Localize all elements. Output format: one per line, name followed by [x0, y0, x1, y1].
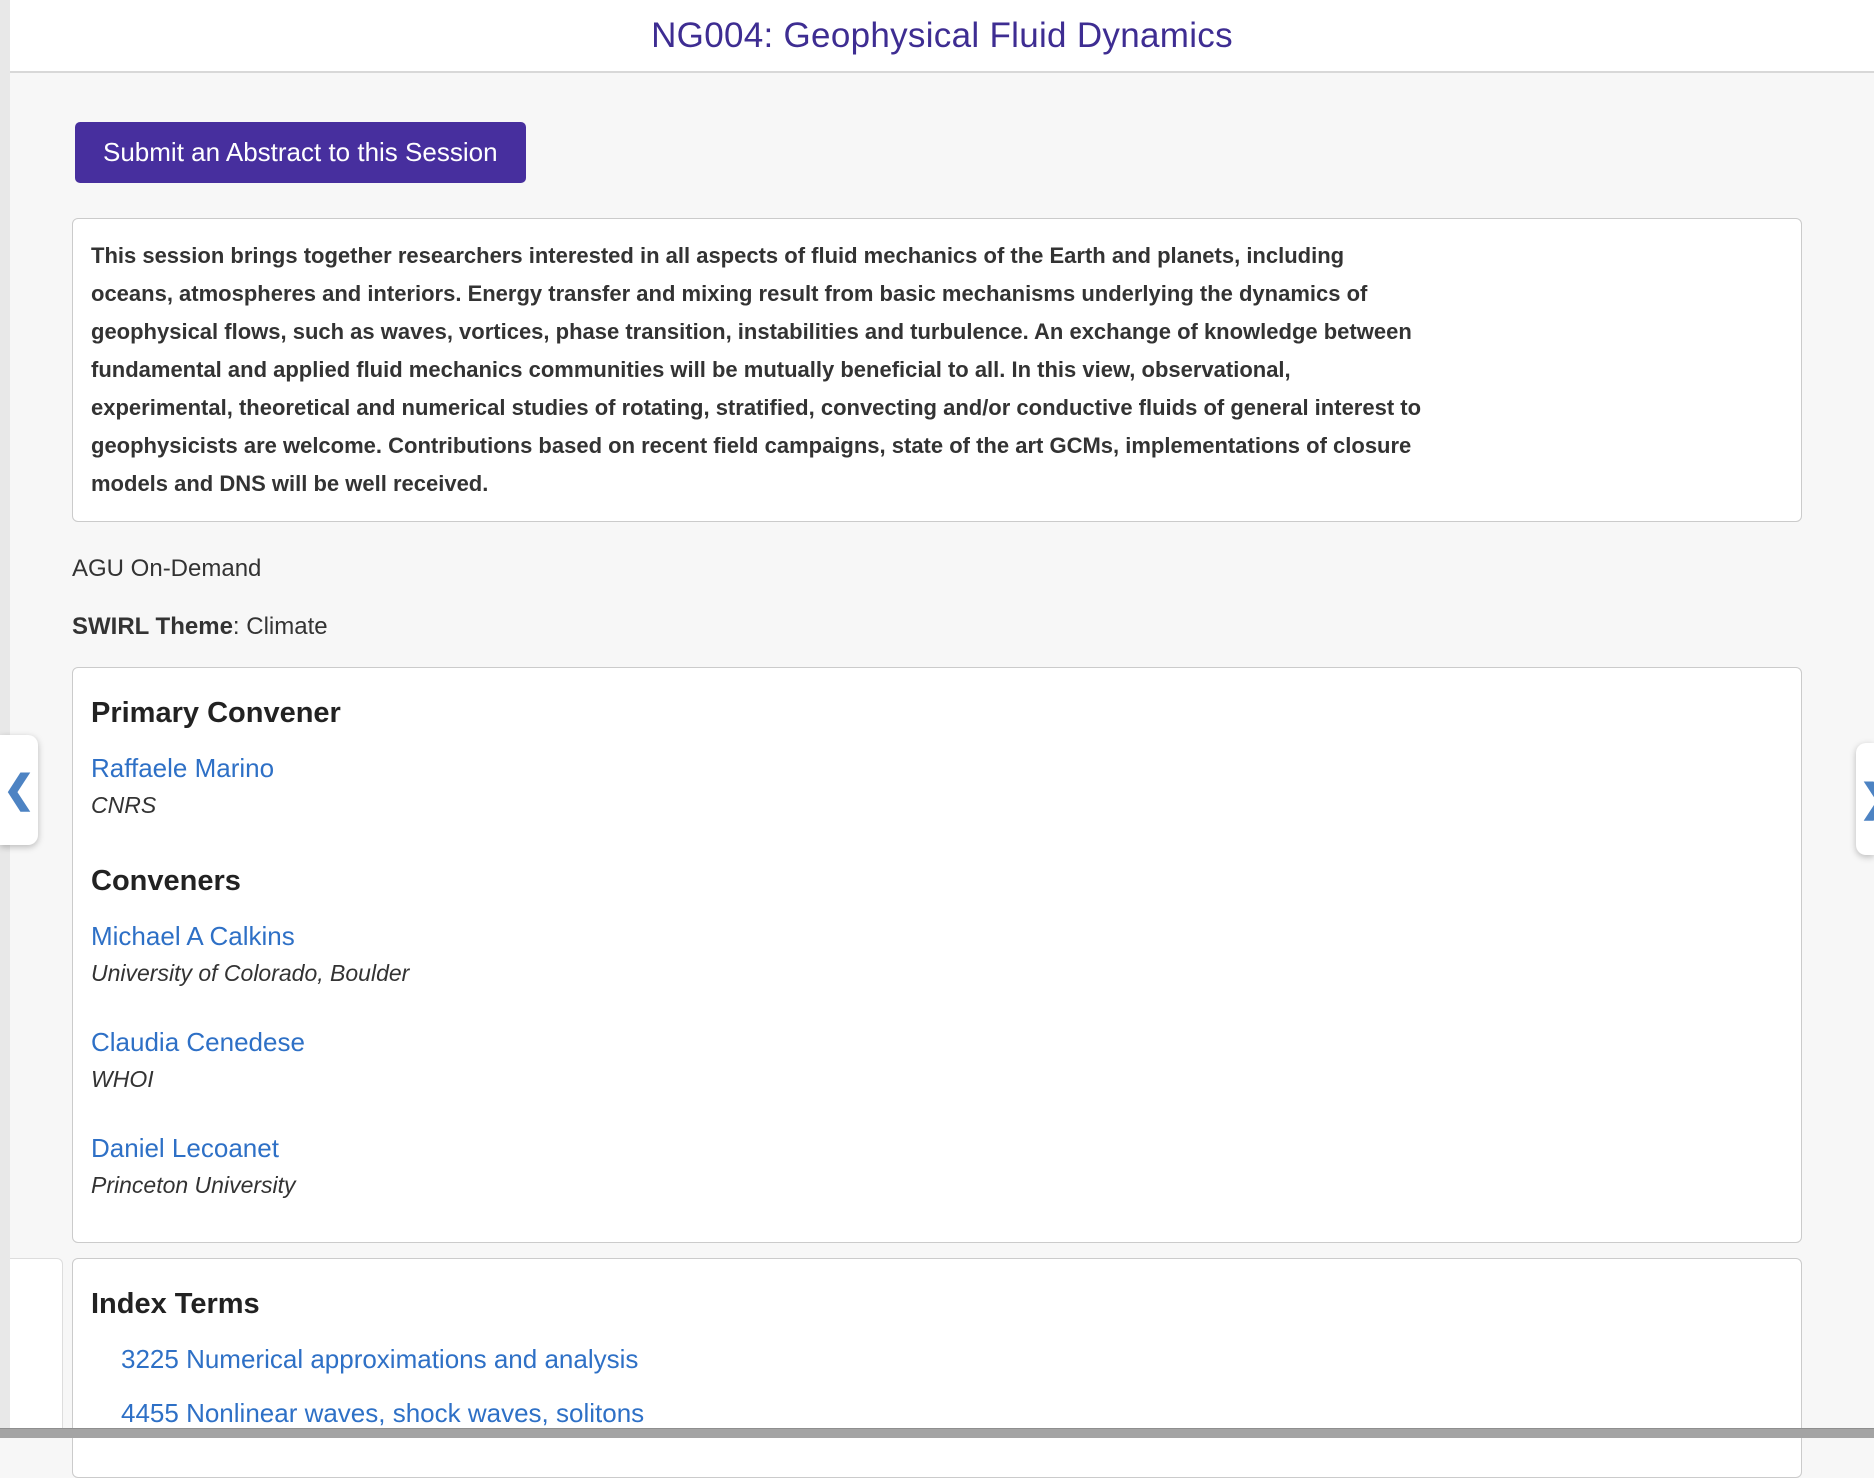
- index-term-item: 3225 Numerical approximations and analys…: [121, 1344, 1783, 1375]
- previous-card-peek: [10, 1258, 63, 1430]
- convener-entry: Claudia Cenedese WHOI: [91, 1026, 1783, 1094]
- session-description-line: This session brings together researchers…: [91, 237, 1783, 275]
- conveners-heading: Conveners: [91, 864, 1783, 898]
- convener-link-raffaele-marino[interactable]: Raffaele Marino: [91, 752, 274, 784]
- convener-link-michael-calkins[interactable]: Michael A Calkins: [91, 920, 295, 952]
- index-term-link-3225[interactable]: 3225 Numerical approximations and analys…: [121, 1344, 638, 1374]
- index-term-item: 4455 Nonlinear waves, shock waves, solit…: [121, 1398, 1783, 1429]
- convener-affiliation: WHOI: [91, 1064, 1783, 1094]
- next-session-button[interactable]: ❯: [1856, 743, 1874, 855]
- session-description-line: geophysical flows, such as waves, vortic…: [91, 313, 1783, 351]
- primary-convener-heading: Primary Convener: [91, 696, 1783, 730]
- submit-abstract-button[interactable]: Submit an Abstract to this Session: [75, 122, 526, 183]
- index-terms-heading: Index Terms: [91, 1287, 1783, 1321]
- convener-link-claudia-cenedese[interactable]: Claudia Cenedese: [91, 1026, 305, 1058]
- swirl-theme-value: : Climate: [233, 613, 328, 640]
- swirl-theme-line: SWIRL Theme: Climate: [72, 613, 1802, 641]
- page-title: NG004: Geophysical Fluid Dynamics: [651, 16, 1233, 56]
- swirl-theme-label: SWIRL Theme: [72, 613, 233, 640]
- conveners-panel: Primary Convener Raffaele Marino CNRS Co…: [72, 667, 1802, 1243]
- session-description-line: geophysicists are welcome. Contributions…: [91, 427, 1783, 465]
- convener-affiliation: CNRS: [91, 790, 1783, 820]
- convener-entry: Michael A Calkins University of Colorado…: [91, 920, 1783, 988]
- page-left-edge: [0, 0, 10, 1438]
- session-header: NG004: Geophysical Fluid Dynamics: [10, 0, 1874, 73]
- session-description-line: fundamental and applied fluid mechanics …: [91, 351, 1783, 389]
- convener-affiliation: Princeton University: [91, 1170, 1783, 1200]
- session-description-box: This session brings together researchers…: [72, 218, 1802, 522]
- agu-on-demand-label: AGU On-Demand: [72, 555, 1802, 583]
- convener-affiliation: University of Colorado, Boulder: [91, 958, 1783, 988]
- index-terms-panel: Index Terms 3225 Numerical approximation…: [72, 1258, 1802, 1478]
- bottom-scrollbar[interactable]: [0, 1428, 1874, 1438]
- session-description-line: models and DNS will be well received.: [91, 465, 1783, 503]
- session-content: Submit an Abstract to this Session This …: [10, 122, 1874, 1478]
- convener-entry: Daniel Lecoanet Princeton University: [91, 1132, 1783, 1200]
- primary-convener-entry: Raffaele Marino CNRS: [91, 752, 1783, 820]
- convener-link-daniel-lecoanet[interactable]: Daniel Lecoanet: [91, 1132, 279, 1164]
- session-description-line: experimental, theoretical and numerical …: [91, 389, 1783, 427]
- index-term-link-4455[interactable]: 4455 Nonlinear waves, shock waves, solit…: [121, 1398, 644, 1428]
- chevron-left-icon: ❮: [3, 771, 35, 809]
- chevron-right-icon: ❯: [1859, 780, 1874, 818]
- session-description-line: oceans, atmospheres and interiors. Energ…: [91, 275, 1783, 313]
- prev-session-button[interactable]: ❮: [0, 735, 38, 845]
